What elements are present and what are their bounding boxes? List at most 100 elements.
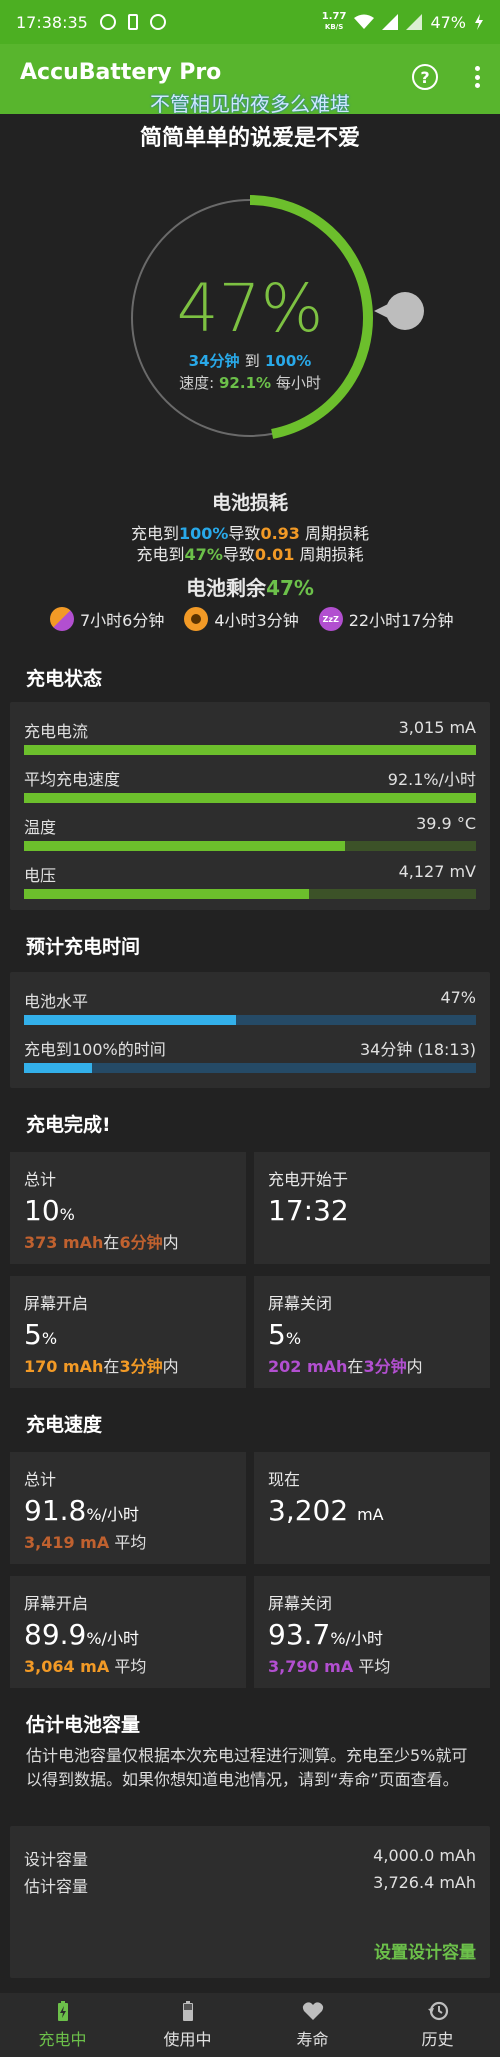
tile-big-unit: %/小时 [330,1629,383,1648]
charge-status-title: 充电状态 [26,668,103,690]
charge-speed-title: 充电速度 [26,1414,103,1436]
tile-sub-post: 平均 [114,1657,147,1676]
wear-line-current: 充电到47%导致0.01 周期损耗 [0,541,500,565]
net-speed-value: 1.77 [321,11,347,22]
tile-big: 93.7%/小时 [268,1618,476,1651]
tile-sub-amount: 3,790 mA [268,1657,354,1676]
time-to-target: 100% [265,352,312,370]
nav-health[interactable]: 寿命 [250,1993,375,2057]
tile-big: 3,202 mA [268,1494,476,1527]
app-title: AccuBattery Pro [20,59,222,85]
lyric-line-2: 简简单单的说爱是不爱 [139,126,360,151]
tile-label: 屏幕关闭 [268,1594,333,1613]
nav-history[interactable]: 历史 [375,1993,500,2057]
battery-level-percent: 47% [176,270,324,347]
speed-screen-on-tile: 屏幕开启 89.9%/小时 3,064 mA 平均 [10,1576,246,1688]
tile-big-value: 17:32 [268,1194,349,1227]
status-bar: 17:38:35 1.77 KB/S 47% [0,0,500,44]
done-start-tile: 充电开始于 17:32 [254,1152,490,1264]
nav-discharging[interactable]: 使用中 [125,1993,250,2057]
battery-icon [182,2001,193,2021]
speed-total-tile: 总计 91.8%/小时 3,419 mA 平均 [10,1452,246,1564]
stat-row: 平均充电速度 92.1%/小时 [24,766,476,790]
nav-charging[interactable]: 充电中 [0,1993,125,2057]
tile-big: 91.8%/小时 [24,1494,232,1527]
stat-value: 34分钟 (18:13) [359,1040,476,1059]
tile-big-value: 93.7 [268,1618,331,1651]
done-total-tile: 总计 10% 373 mAh在6分钟内 [10,1152,246,1264]
capacity-value: 3,726.4 mAh [373,1873,476,1892]
capacity-value: 4,000.0 mAh [373,1846,476,1865]
estimate-text: 7小时6分钟 [80,611,165,630]
tile-label: 充电开始于 [268,1170,349,1189]
stat-value: 47% [440,988,476,1007]
stat-row: 充电到100%的时间 34分钟 (18:13) [24,1036,476,1060]
estimate-text: 22小时17分钟 [348,611,454,630]
stat-label: 电压 [24,866,57,885]
stat-label: 平均充电速度 [24,770,121,789]
tile-sub-post: 内 [162,1357,179,1376]
heart-icon [302,2002,323,2020]
nav-label: 历史 [421,2030,454,2049]
more-options-icon[interactable] [474,66,480,88]
charging-bolt-icon [475,14,483,30]
tile-big-value: 91.8 [24,1494,87,1527]
tile-sub-mid: 在 [103,1233,120,1252]
tile-sub: 170 mAh在3分钟内 [24,1353,232,1377]
phone-icon [127,14,138,30]
set-design-capacity-link[interactable]: 设置设计容量 [374,1938,476,1963]
capacity-label: 估计容量 [24,1877,89,1896]
tile-sub-amount: 3,064 mA [24,1657,110,1676]
capacity-card: 设计容量 4,000.0 mAh 估计容量 3,726.4 mAh 设置设计容量 [10,1826,490,1978]
bottom-navigation: 充电中 使用中 寿命 历史 [0,1993,500,2057]
tile-big-value: 89.9 [24,1618,87,1651]
nav-label: 寿命 [296,2030,329,2049]
tile-label: 现在 [268,1470,301,1489]
tile-big-value: 5 [268,1318,286,1351]
speed-label: 速度: [179,374,215,392]
notification-count-icon [149,14,166,30]
tile-sub-time: 6分钟 [119,1233,163,1252]
status-time: 17:38:35 [16,12,88,32]
wear-post: 周期损耗 [299,545,364,564]
tile-big-unit: % [41,1329,58,1348]
stat-row: 电池水平 47% [24,988,476,1012]
stat-label: 温度 [24,818,57,837]
stat-row: 温度 39.9 °C [24,814,476,838]
stat-value: 3,015 mA [398,718,476,737]
screen-on-icon [184,607,209,631]
tile-sub-mid: 在 [347,1357,364,1376]
charge-done-title: 充电完成! [26,1114,111,1136]
tile-big: 10% [24,1194,232,1227]
stat-label: 电池水平 [24,992,89,1011]
globe-icon [99,14,116,30]
wear-pre: 充电到 [136,545,185,564]
tile-sub-post: 平均 [114,1533,147,1552]
capacity-row: 估计容量 3,726.4 mAh [24,1873,476,1897]
help-button[interactable]: ? [412,64,438,90]
tile-sub-post: 内 [162,1233,179,1252]
capacity-title: 估计电池容量 [26,1714,141,1736]
time-to-full-value: 34分钟 [188,352,240,370]
net-speed-unit: KB/S [324,23,344,31]
capacity-row: 设计容量 4,000.0 mAh [24,1846,476,1870]
stat-bar [24,841,476,851]
tile-label: 屏幕开启 [24,1594,89,1613]
signal-icon [382,14,399,30]
tile-big-unit: % [59,1205,75,1224]
stat-value: 92.1%/小时 [387,770,476,789]
battery-charging-icon [57,2001,68,2021]
tile-big-value: 3,202 [268,1494,349,1527]
stat-bar [24,793,476,803]
estimate-screen-off: ZzZ 22小时17分钟 [318,607,454,631]
tile-sub: 3,790 mA 平均 [268,1653,476,1677]
runtime-estimates: 7小时6分钟 4小时3分钟 ZzZ 22小时17分钟 [50,607,480,631]
charge-time-title: 预计充电时间 [26,936,141,958]
speed-unit: 每小时 [275,374,321,392]
stat-bar [24,745,476,755]
half-screen-icon [50,607,74,631]
capacity-description: 估计电池容量仅根据本次充电过程进行测算。充电至少5%就可以得到数据。如果你想知道… [26,1746,468,1789]
battery-remaining: 电池剩余47% [0,572,500,601]
tile-big-unit: % [285,1329,302,1348]
tile-big: 5% [24,1318,232,1351]
